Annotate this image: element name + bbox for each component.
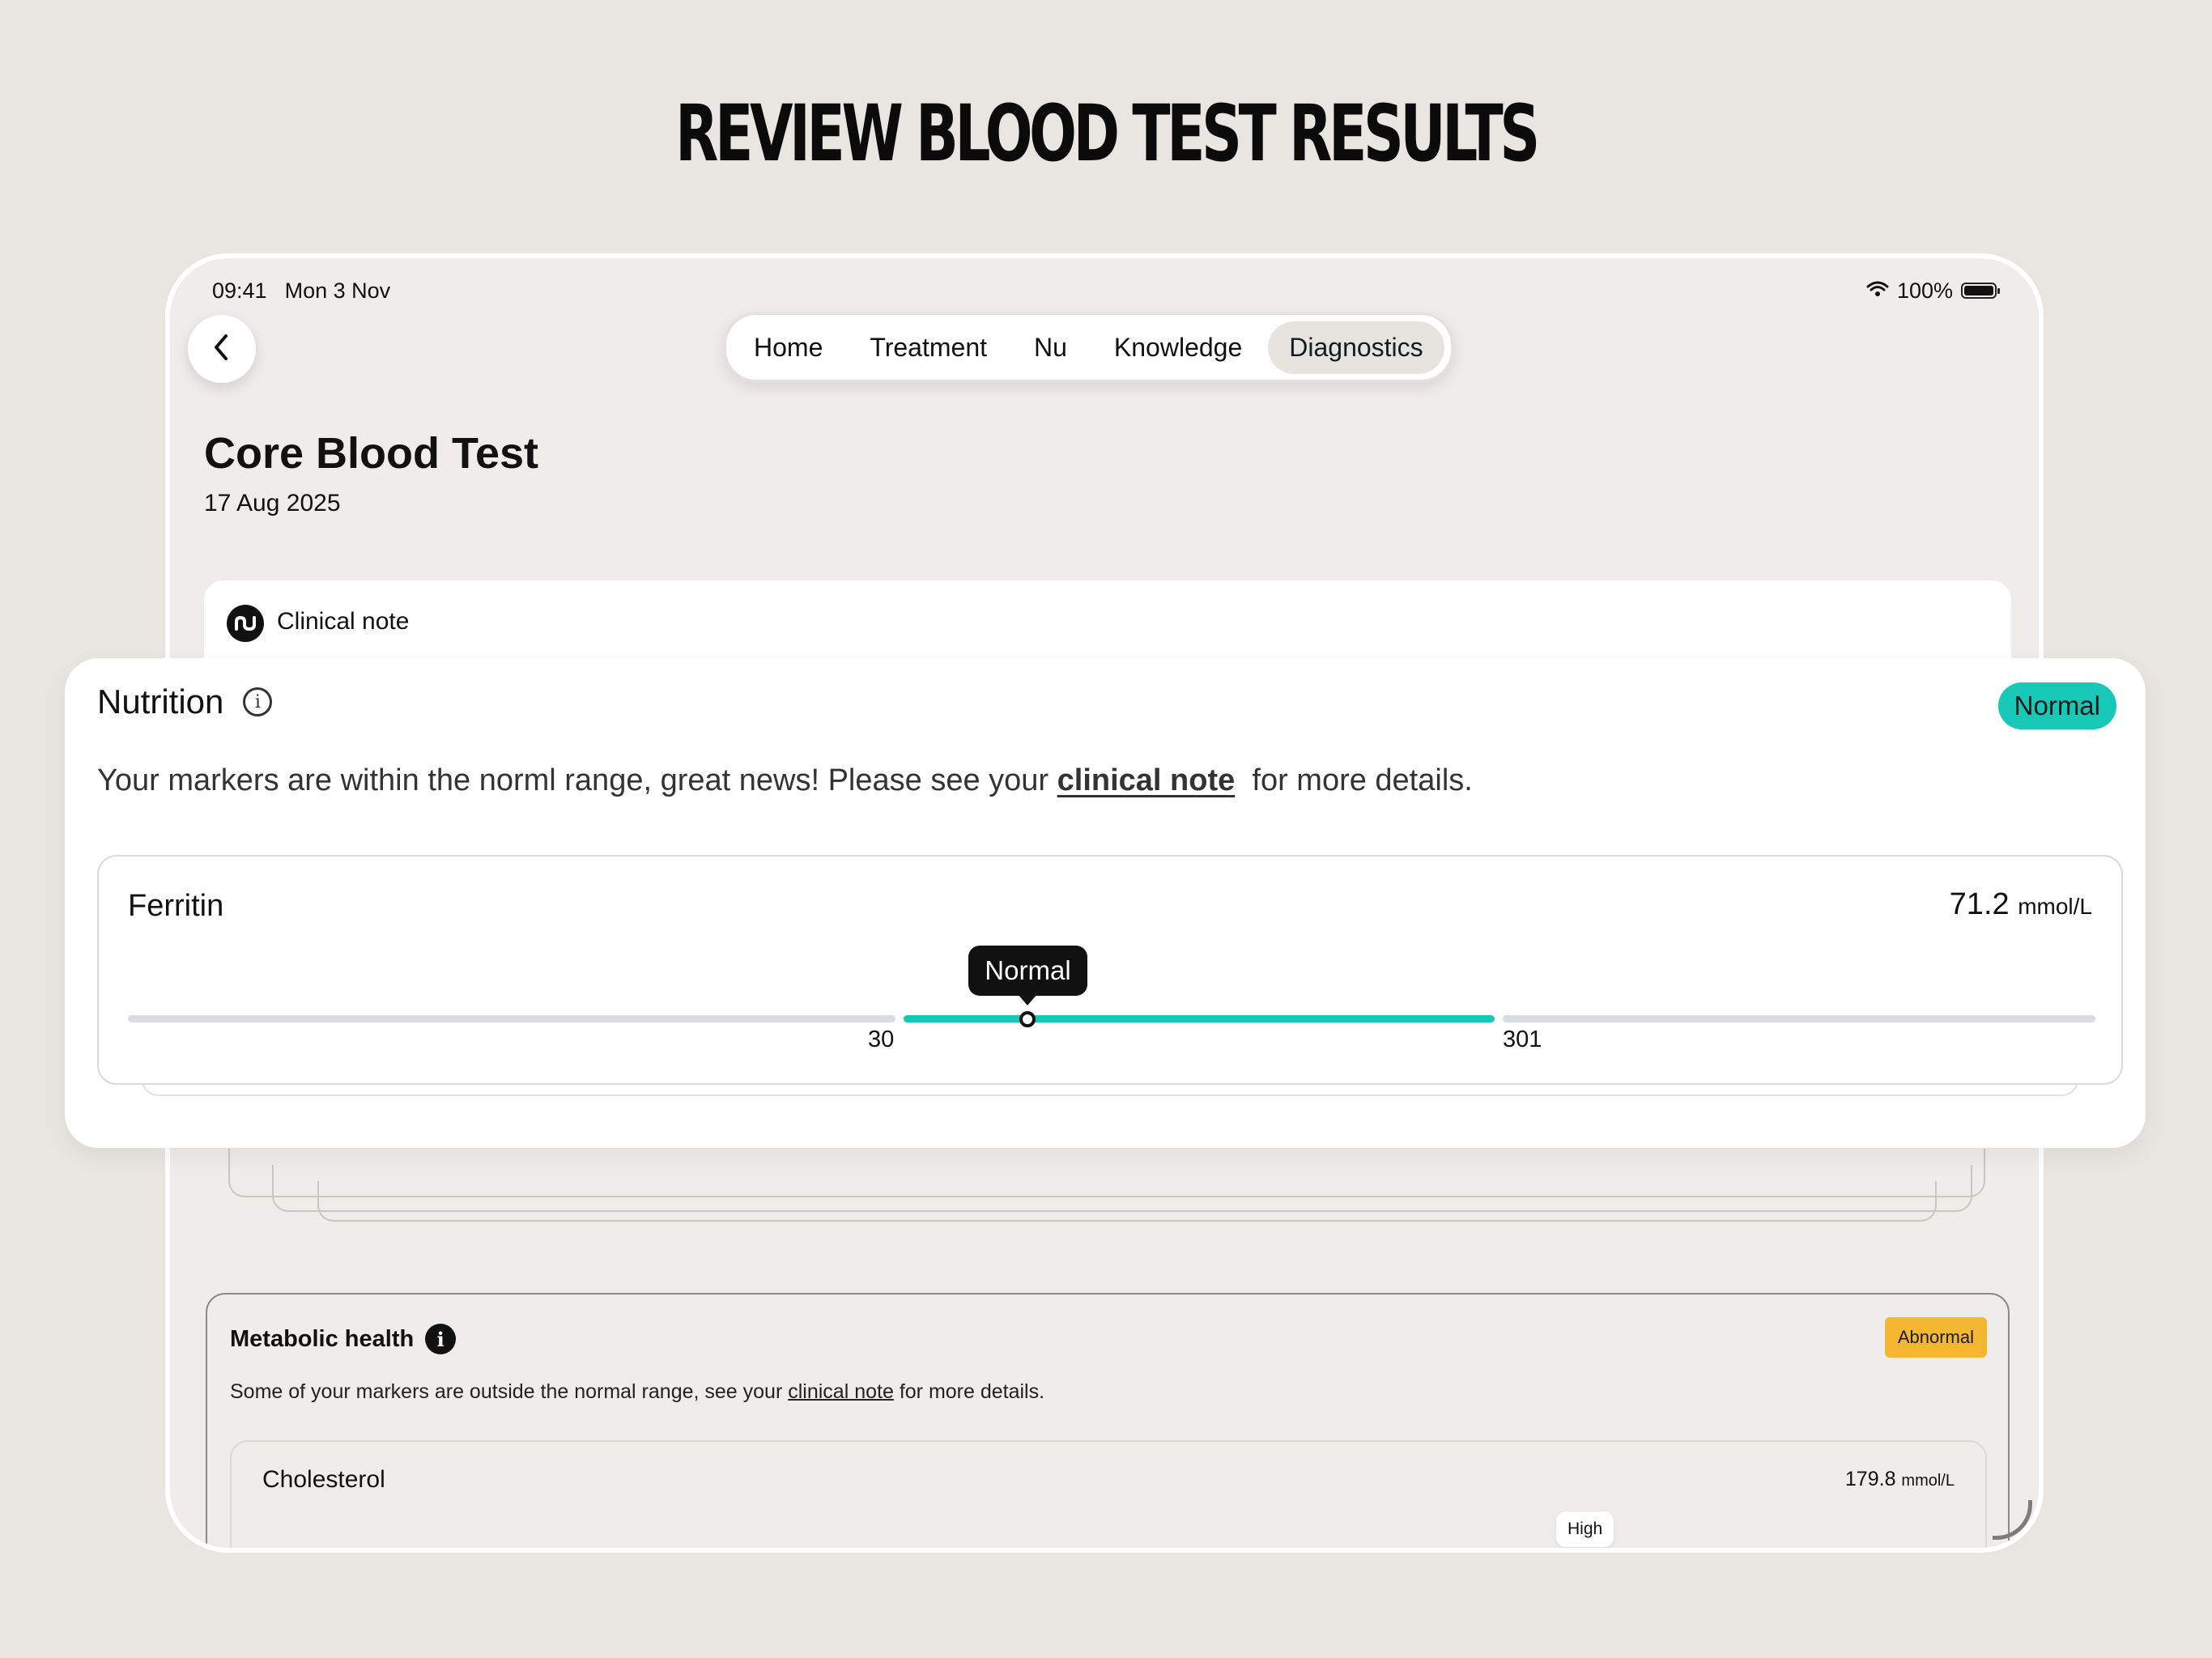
metabolic-description-suffix: for more details. <box>893 1380 1045 1403</box>
wifi-icon <box>1866 278 1889 304</box>
range-track-low <box>128 1015 895 1022</box>
status-time: 09:41 <box>212 278 267 303</box>
info-icon[interactable]: i <box>425 1324 457 1354</box>
marker-name: Ferritin <box>128 889 224 923</box>
page-title: Core Blood Test <box>204 429 539 478</box>
card-stack-edge <box>317 1181 1937 1222</box>
clinical-note-link[interactable]: clinical note <box>788 1380 894 1403</box>
marker-unit: mmol/L <box>1901 1472 1955 1490</box>
status-badge: Normal <box>1997 682 2116 729</box>
marker-value: 71.2 mmol/L <box>1950 887 2092 922</box>
metabolic-description-text: Some of your markers are outside the nor… <box>230 1380 789 1403</box>
marker-status-tooltip: High <box>1556 1511 1614 1547</box>
clinical-note-label: Clinical note <box>277 608 410 635</box>
chevron-left-icon <box>210 331 234 368</box>
metabolic-title: Metabolic health i <box>230 1324 457 1354</box>
nutrition-description-text: Your markers are within the norml range,… <box>97 763 1057 797</box>
value-marker <box>1019 1011 1036 1027</box>
marker-value: 179.8 mmol/L <box>1845 1468 1955 1491</box>
range-track-normal <box>904 1015 1495 1022</box>
tab-home[interactable]: Home <box>733 321 844 374</box>
nutrition-description: Your markers are within the norml range,… <box>97 763 1473 798</box>
back-button[interactable] <box>188 315 256 383</box>
scroll-indicator <box>1993 1500 2032 1540</box>
tab-diagnostics[interactable]: Diagnostics <box>1268 321 1444 374</box>
tab-nu[interactable]: Nu <box>1013 321 1088 374</box>
page-date: 17 Aug 2025 <box>204 490 341 517</box>
metabolic-health-card[interactable]: Metabolic health i Abnormal Some of your… <box>206 1293 2010 1548</box>
nutrition-description-suffix: for more details. <box>1235 763 1473 797</box>
battery-percent: 100% <box>1896 278 1953 303</box>
tab-knowledge[interactable]: Knowledge <box>1093 321 1263 374</box>
headline: REVIEW BLOOD TEST RESULTS <box>675 88 1540 179</box>
metabolic-description: Some of your markers are outside the nor… <box>230 1380 1044 1404</box>
range-track-high <box>1503 1015 2095 1022</box>
marker-value-number: 71.2 <box>1949 887 2010 921</box>
range-low-label: 30 <box>868 1027 895 1052</box>
marker-name: Cholesterol <box>262 1466 385 1493</box>
status-date: Mon 3 Nov <box>284 278 391 303</box>
nutrition-title-label: Nutrition <box>97 682 224 721</box>
tab-treatment[interactable]: Treatment <box>849 321 1008 374</box>
info-icon[interactable]: i <box>243 687 273 716</box>
range-high-label: 301 <box>1503 1027 1542 1052</box>
top-nav: Home Treatment Nu Knowledge Diagnostics <box>724 312 1453 382</box>
cholesterol-marker-card[interactable]: Cholesterol 179.8 mmol/L High <box>230 1440 1987 1548</box>
nutrition-card[interactable]: Nutrition i Normal Your markers are with… <box>65 658 2146 1148</box>
metabolic-title-label: Metabolic health <box>230 1325 415 1352</box>
battery-icon <box>1961 283 2000 299</box>
status-bar: 09:41 Mon 3 Nov 100% <box>212 274 2000 307</box>
marker-value-number: 179.8 <box>1844 1468 1896 1490</box>
ferritin-marker-card[interactable]: Ferritin 71.2 mmol/L 30 301 Normal <box>97 855 2123 1085</box>
nu-logo-icon <box>227 605 264 642</box>
marker-unit: mmol/L <box>2018 894 2092 919</box>
nutrition-title: Nutrition i <box>97 682 273 721</box>
marker-status-tooltip: Normal <box>968 946 1087 1005</box>
status-badge: Abnormal <box>1884 1317 1987 1358</box>
clinical-note-link[interactable]: clinical note <box>1057 763 1236 797</box>
